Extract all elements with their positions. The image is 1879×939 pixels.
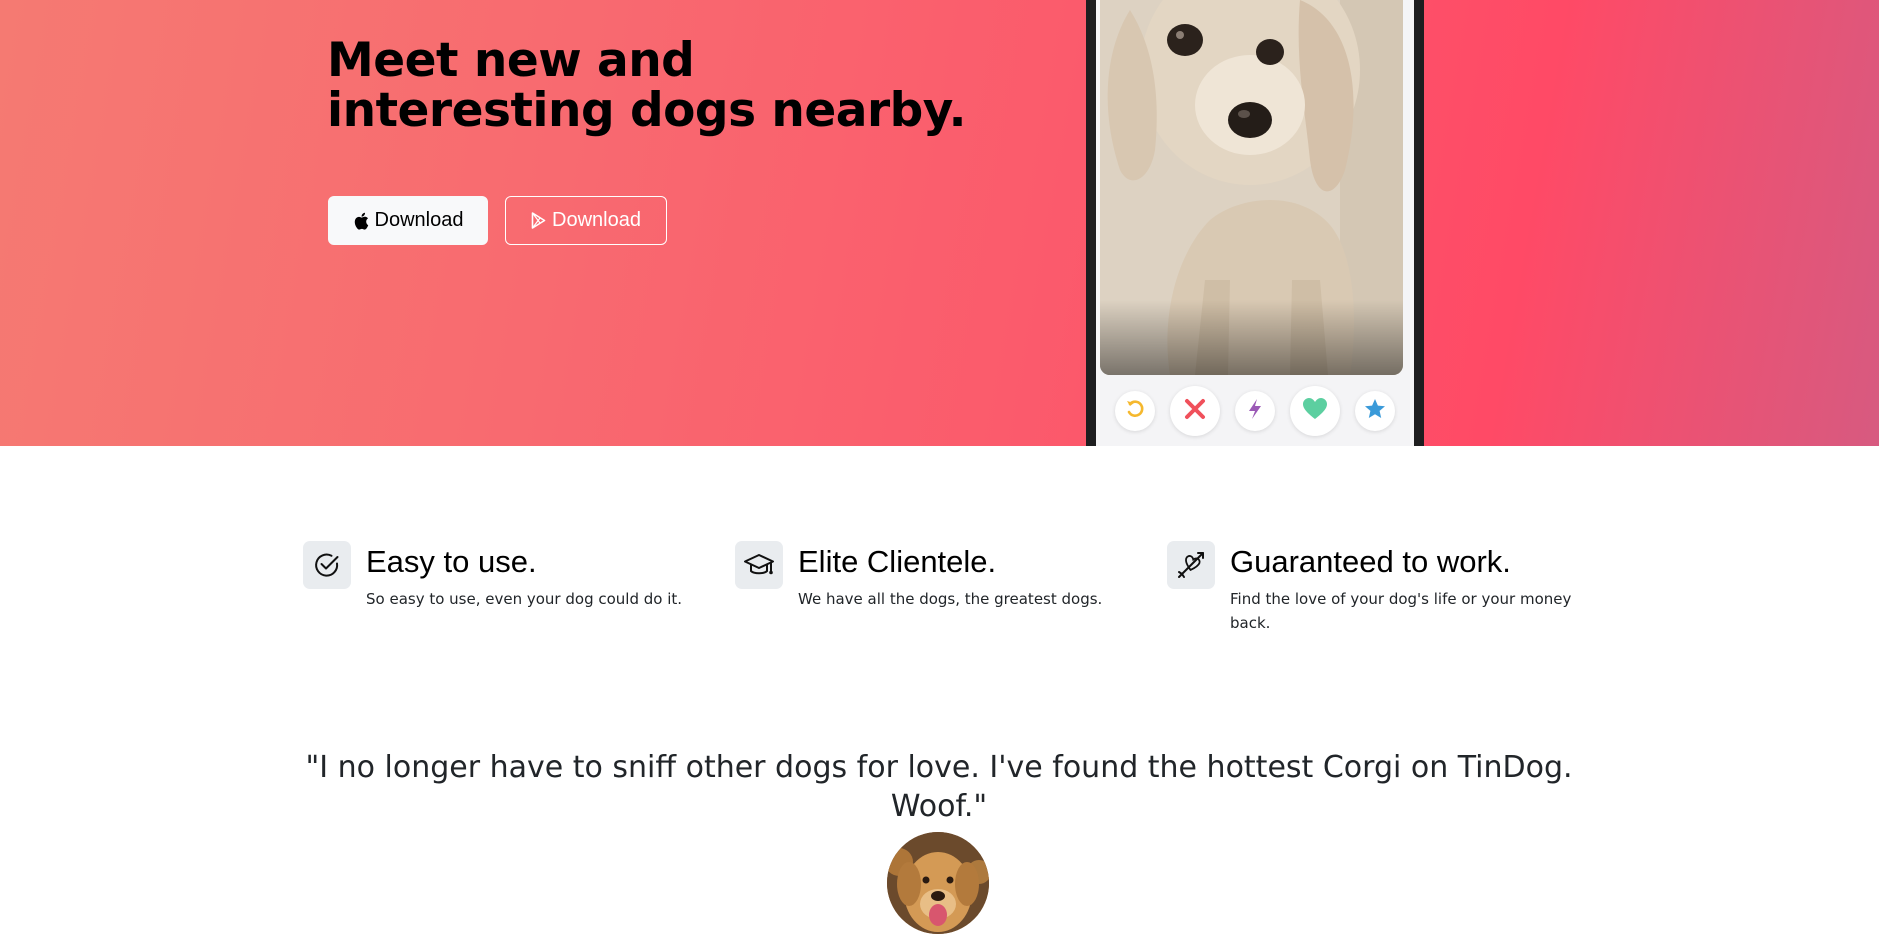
star-icon	[1364, 398, 1386, 424]
super-like-button[interactable]	[1354, 390, 1395, 431]
feature-text: Find the love of your dog's life or your…	[1230, 590, 1572, 632]
rewind-button[interactable]	[1115, 390, 1156, 431]
graduation-cap-icon	[735, 541, 783, 589]
like-button[interactable]	[1289, 385, 1340, 436]
boost-button[interactable]	[1234, 390, 1275, 431]
hero-section: Meet new and interesting dogs nearby. Do…	[0, 0, 1879, 446]
download-google-play-button[interactable]: Download	[505, 196, 667, 245]
feature-title: Easy to use.	[366, 544, 537, 579]
heart-icon	[1302, 397, 1328, 425]
google-play-icon	[531, 212, 546, 229]
testimonial-avatar	[887, 832, 989, 934]
phone-screen	[1096, 0, 1414, 446]
feature-title: Elite Clientele.	[798, 544, 997, 579]
download-google-play-label: Download	[552, 209, 641, 231]
download-app-store-label: Download	[374, 209, 464, 231]
feature-title: Guaranteed to work.	[1230, 544, 1511, 579]
dog-photo	[1100, 0, 1403, 375]
check-circle-icon	[303, 541, 351, 589]
feature-text: We have all the dogs, the greatest dogs.	[798, 590, 1103, 608]
rewind-icon	[1124, 398, 1146, 424]
heart-arrow-icon	[1167, 541, 1215, 589]
testimonial-quote: "I no longer have to sniff other dogs fo…	[305, 750, 1573, 824]
phone-mockup	[1086, 0, 1424, 446]
hero-title: Meet new and interesting dogs nearby.	[327, 33, 966, 138]
close-icon	[1183, 397, 1207, 425]
apple-icon	[353, 212, 369, 230]
boost-icon	[1247, 398, 1263, 424]
feature-text: So easy to use, even your dog could do i…	[366, 590, 683, 608]
swipe-actions	[1096, 375, 1414, 446]
nope-button[interactable]	[1170, 385, 1221, 436]
download-app-store-button[interactable]: Download	[328, 196, 488, 245]
